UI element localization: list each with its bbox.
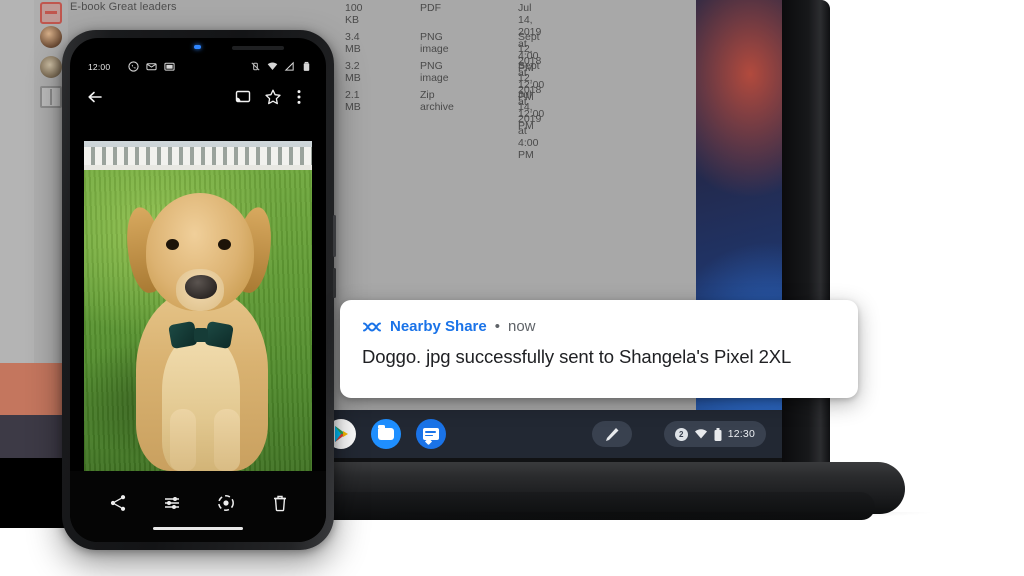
files-app-icon[interactable] (371, 419, 401, 449)
files-sidebar (0, 0, 34, 410)
phone-screen: 12:00 (70, 38, 326, 542)
avatar[interactable] (40, 26, 62, 48)
lens-icon[interactable] (216, 493, 236, 513)
nearby-share-notification[interactable]: Nearby Share • now Doggo. jpg successful… (340, 300, 858, 398)
page-title: E-book Great leaders (70, 1, 177, 13)
share-icon[interactable] (108, 493, 128, 513)
shelf-clock: 12:30 (727, 428, 755, 440)
phone-status-bar: 12:00 (70, 60, 326, 76)
wifi-icon (694, 429, 707, 439)
dog-eye-left (166, 239, 179, 250)
folder-icon (378, 425, 394, 440)
laptop-shadow (330, 512, 930, 520)
file-size: 3.4 MB (345, 31, 361, 55)
star-icon[interactable] (264, 88, 282, 106)
more-vert-icon[interactable] (290, 88, 308, 106)
signal-icon (284, 61, 294, 71)
whatsapp-icon (128, 61, 139, 72)
file-type: PNG image (420, 60, 449, 84)
pdf-doc-icon[interactable] (40, 2, 62, 24)
battery-icon (714, 427, 722, 441)
earpiece-speaker (232, 46, 284, 50)
vibrate-off-icon (251, 62, 260, 71)
file-date: Jul 14, 2019 at 4:00 PM (518, 89, 542, 161)
phone-device: 12:00 (62, 30, 336, 550)
stylus-button[interactable] (592, 421, 632, 447)
dog-leg-right (214, 409, 240, 471)
email-icon (146, 63, 157, 71)
file-size: 2.1 MB (345, 89, 361, 113)
photo-app-toolbar (70, 80, 326, 114)
home-gesture-bar[interactable] (153, 526, 243, 530)
back-arrow-icon[interactable] (86, 88, 104, 106)
notification-timestamp: now (507, 318, 536, 335)
delete-icon[interactable] (270, 493, 290, 513)
stylus-pen-icon (606, 428, 619, 441)
power-button[interactable] (333, 215, 336, 257)
notification-app-name: Nearby Share (390, 318, 487, 335)
file-size: 3.2 MB (345, 60, 361, 84)
notification-message: Doggo. jpg successfully sent to Shangela… (362, 346, 792, 367)
screenshot-icon (164, 62, 175, 71)
book-icon[interactable] (40, 86, 62, 108)
status-tray[interactable]: 2 12:30 (663, 421, 766, 447)
messages-app-icon[interactable] (416, 419, 446, 449)
cast-icon[interactable] (234, 88, 252, 106)
file-size: 100 KB (345, 2, 363, 26)
dog-leg-left (170, 409, 196, 471)
nearby-share-icon (363, 321, 381, 332)
file-type: PDF (420, 2, 441, 14)
notification-header: Nearby Share • now (362, 318, 836, 335)
photo-action-bar (70, 471, 326, 542)
notification-separator: • (494, 318, 500, 335)
edit-sliders-icon[interactable] (162, 493, 182, 513)
laptop-right-bezel (782, 0, 830, 470)
battery-icon (303, 61, 310, 71)
file-type: PNG image (420, 31, 449, 55)
chat-bubble-icon (423, 428, 439, 440)
dog-eye-right (218, 239, 231, 250)
shelf-app-list (326, 419, 446, 449)
photo-viewer[interactable] (84, 141, 312, 471)
account-badge: 2 (674, 427, 688, 441)
phone-clock: 12:00 (88, 62, 111, 72)
file-type: Zip archive (420, 89, 454, 113)
avatar[interactable] (40, 56, 62, 78)
screenshot-root: E-book Great leaders 100 KB PDF Jul 14, … (0, 0, 1024, 576)
notification-led (194, 45, 201, 49)
volume-button[interactable] (333, 268, 336, 298)
wifi-icon (267, 62, 278, 70)
dog-bow-tie (168, 320, 234, 350)
dog-nose (185, 275, 217, 299)
status-system-icons (250, 61, 312, 72)
status-notification-icons (128, 61, 175, 72)
